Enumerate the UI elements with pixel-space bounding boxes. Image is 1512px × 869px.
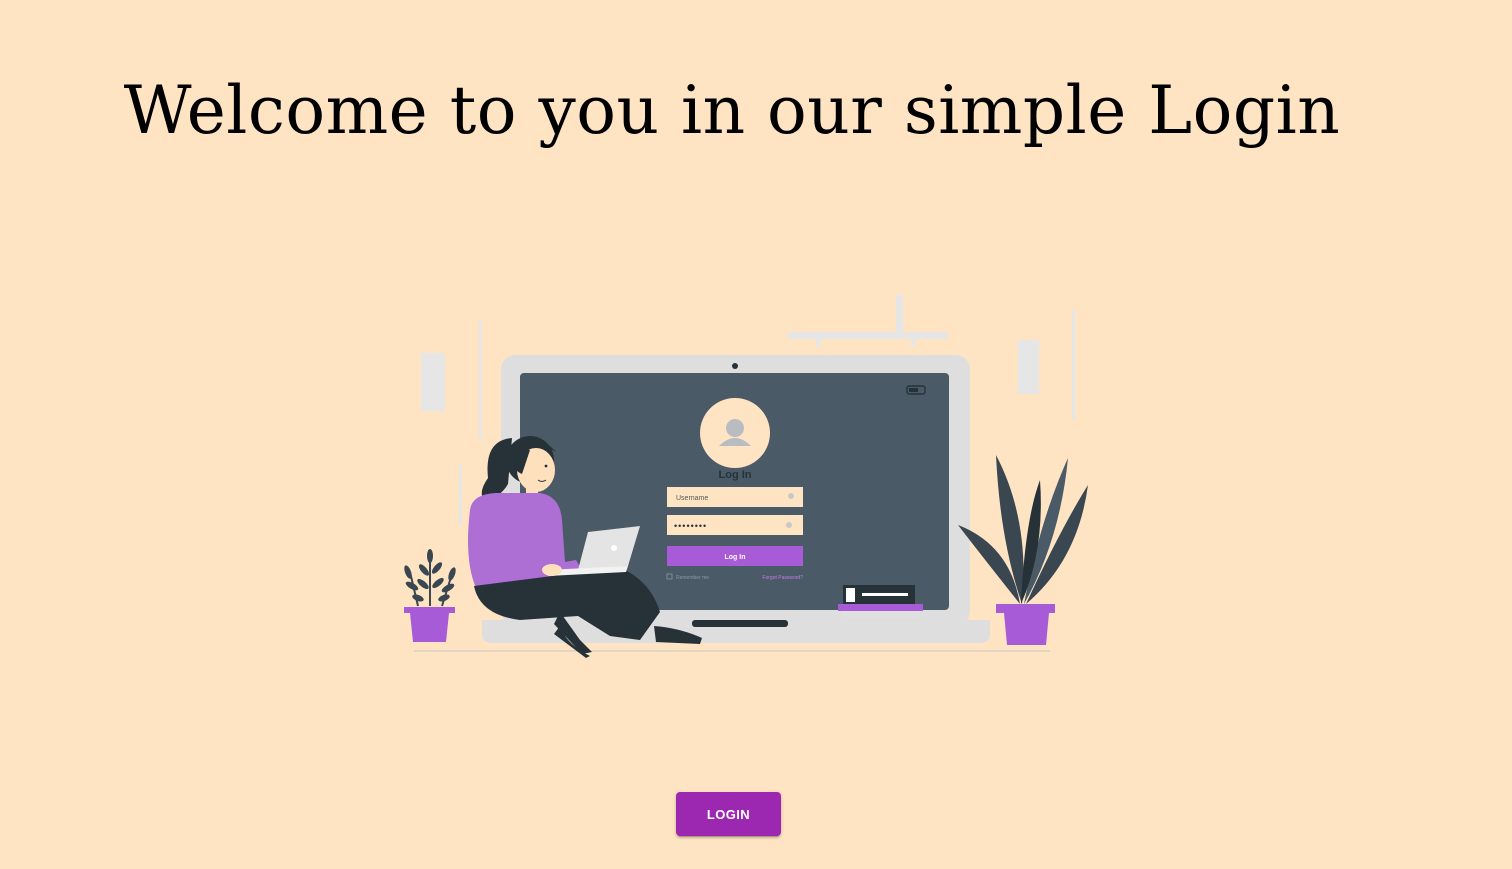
- left-plant-leaves: [404, 549, 456, 607]
- right-plant-pot: [996, 604, 1055, 645]
- screen-remember-label: Remember me: [676, 575, 709, 581]
- right-plant-leaves: [958, 455, 1088, 604]
- login-illustration: Log In Username •••••••• Log In Remember…: [404, 295, 1088, 658]
- book-bottom: [838, 604, 923, 611]
- wall-line-left-2: [459, 465, 462, 525]
- wall-line-right: [1072, 310, 1075, 420]
- page-title: Welcome to you in our simple Login: [123, 72, 1341, 149]
- screen-forgot-link: Forgot Password?: [762, 575, 803, 581]
- wall-frame-left: [421, 353, 445, 411]
- screen-password-mask: ••••••••: [674, 521, 707, 531]
- screen-username-placeholder: Username: [676, 495, 708, 502]
- shelf-leg-1: [816, 338, 821, 346]
- left-plant-pot: [404, 607, 455, 642]
- wall-frame-right: [1018, 340, 1039, 394]
- shelf-leg-2: [911, 338, 916, 346]
- page: Welcome to you in our simple Login Log I…: [0, 0, 1512, 869]
- laptop-camera: [732, 363, 738, 369]
- login-button[interactable]: LOGIN: [676, 792, 781, 836]
- wall-shelf: [788, 332, 948, 339]
- shelf-post: [896, 295, 903, 333]
- screen-heading: Log In: [719, 469, 752, 481]
- screen-login-button-label: Log In: [725, 554, 746, 561]
- laptop-notch: [692, 620, 788, 627]
- wall-line-left: [479, 320, 482, 440]
